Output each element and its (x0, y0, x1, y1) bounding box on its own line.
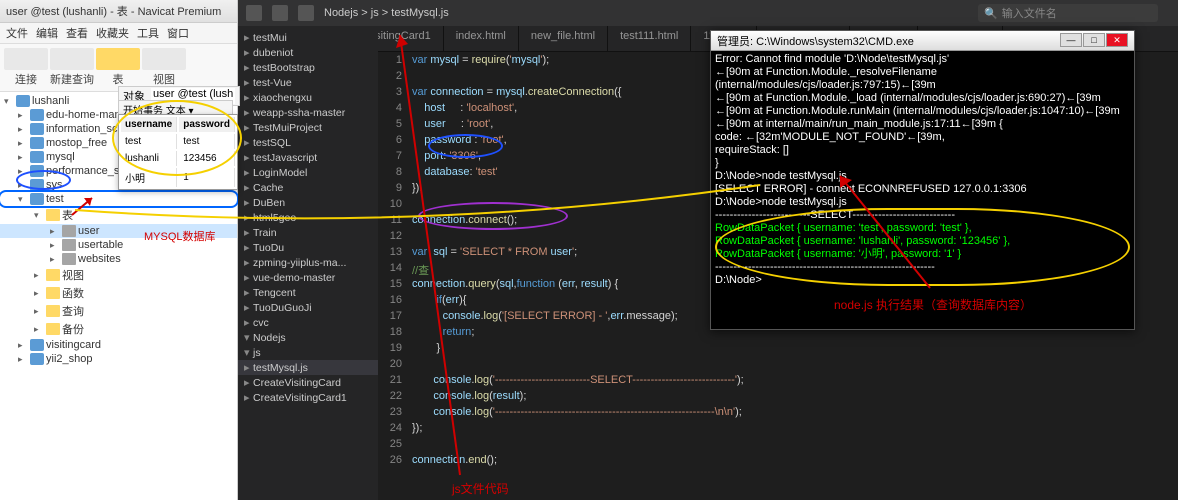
file-dubeniot[interactable]: ▸ dubeniot (238, 45, 378, 60)
file-testMysql.js[interactable]: ▸ testMysql.js (238, 360, 378, 375)
code-line-24[interactable]: 24}); (378, 422, 1178, 438)
breadcrumb[interactable]: Nodejs > js > testMysql.js (324, 7, 449, 19)
tool-table[interactable]: 表 (96, 48, 140, 87)
navicat-toolbar: 连接 新建查询 表 视图 (0, 44, 237, 92)
navicat-window: user @test (lushanli) - 表 - Navicat Prem… (0, 0, 238, 500)
file-cvc[interactable]: ▸ cvc (238, 315, 378, 330)
file-xiaochengxu[interactable]: ▸ xiaochengxu (238, 90, 378, 105)
table-row: 小明1 (121, 168, 235, 187)
search-icon: 🔍 (984, 7, 998, 20)
file-LoginModel[interactable]: ▸ LoginModel (238, 165, 378, 180)
menu-edit[interactable]: 编辑 (36, 25, 58, 41)
file-html5geo[interactable]: ▸ html5geo (238, 210, 378, 225)
file-testSQL[interactable]: ▸ testSQL (238, 135, 378, 150)
file-zpming-yiiplus-ma...[interactable]: ▸ zpming-yiiplus-ma... (238, 255, 378, 270)
menu-tools[interactable]: 工具 (137, 25, 159, 41)
file-TuoDuGuoJi[interactable]: ▸ TuoDuGuoJi (238, 300, 378, 315)
navicat-title: user @test (lushanli) - 表 - Navicat Prem… (0, 0, 237, 23)
code-line-23[interactable]: 23 console.log('------------------------… (378, 406, 1178, 422)
cmd-window[interactable]: 管理员: C:\Windows\system32\CMD.exe — □ ✕ E… (710, 30, 1135, 330)
tree-node-函数[interactable]: ▸函数 (0, 284, 237, 302)
fwd-icon[interactable] (298, 5, 314, 21)
tab-new_file.html[interactable]: new_file.html (519, 26, 608, 51)
file-testJavascript[interactable]: ▸ testJavascript (238, 150, 378, 165)
table-row: testtest (121, 134, 235, 149)
editor-topbar: Nodejs > js > testMysql.js 🔍 输入文件名 (238, 0, 1178, 26)
menu-view[interactable]: 查看 (66, 25, 88, 41)
col-password[interactable]: password (179, 117, 235, 132)
maximize-button[interactable]: □ (1083, 33, 1105, 47)
table-row: lushanli123456 (121, 151, 235, 166)
tab-index.html[interactable]: index.html (444, 26, 519, 51)
tree-node-yii2_shop[interactable]: ▸yii2_shop (0, 352, 237, 366)
file-search[interactable]: 🔍 输入文件名 (978, 4, 1158, 22)
file-CreateVisitingCard[interactable]: ▸ CreateVisitingCard (238, 375, 378, 390)
menu-file[interactable]: 文件 (6, 25, 28, 41)
anno-mysql: MYSQL数据库 (144, 228, 216, 244)
code-line-22[interactable]: 22 console.log(result); (378, 390, 1178, 406)
menu-icon[interactable] (246, 5, 262, 21)
file-TuoDu[interactable]: ▸ TuoDu (238, 240, 378, 255)
cmd-title-text: 管理员: C:\Windows\system32\CMD.exe (717, 33, 914, 48)
code-line-19[interactable]: 19 } (378, 342, 1178, 358)
cmd-output[interactable]: Error: Cannot find module 'D:\Node\testM… (711, 51, 1134, 289)
file-Tengcent[interactable]: ▸ Tengcent (238, 285, 378, 300)
tree-node-websites[interactable]: ▸websites (0, 252, 237, 266)
navicat-menubar[interactable]: 文件 编辑 查看 收藏夹 工具 窗口 (0, 23, 237, 44)
tree-node-查询[interactable]: ▸查询 (0, 302, 237, 320)
file-Train[interactable]: ▸ Train (238, 225, 378, 240)
file-Cache[interactable]: ▸ Cache (238, 180, 378, 195)
minimize-button[interactable]: — (1060, 33, 1082, 47)
search-placeholder: 输入文件名 (1002, 5, 1057, 21)
back-icon[interactable] (272, 5, 288, 21)
code-line-20[interactable]: 20 (378, 358, 1178, 374)
tree-node-视图[interactable]: ▸视图 (0, 266, 237, 284)
menu-window[interactable]: 窗口 (167, 25, 189, 41)
tree-node-表[interactable]: ▾表 (0, 206, 237, 224)
code-line-25[interactable]: 25 (378, 438, 1178, 454)
tab-test111.html[interactable]: test111.html (608, 26, 691, 51)
code-line-26[interactable]: 26connection.end(); (378, 454, 1178, 470)
code-line-21[interactable]: 21 console.log('------------------------… (378, 374, 1178, 390)
user-data-table[interactable]: usernamepassword testtest lushanli123456… (118, 114, 238, 190)
file-js[interactable]: ▾ js (238, 345, 378, 360)
tree-node-visitingcard[interactable]: ▸visitingcard (0, 338, 237, 352)
cmd-titlebar[interactable]: 管理员: C:\Windows\system32\CMD.exe — □ ✕ (711, 31, 1134, 51)
close-button[interactable]: ✕ (1106, 33, 1128, 47)
file-testMui[interactable]: ▸ testMui (238, 30, 378, 45)
tool-connect[interactable]: 连接 (4, 48, 48, 87)
file-test-Vue[interactable]: ▸ test-Vue (238, 75, 378, 90)
file-weapp-ssha-master[interactable]: ▸ weapp-ssha-master (238, 105, 378, 120)
file-testBootstrap[interactable]: ▸ testBootstrap (238, 60, 378, 75)
col-username[interactable]: username (121, 117, 177, 132)
file-CreateVisitingCard1[interactable]: ▸ CreateVisitingCard1 (238, 390, 378, 405)
tree-node-备份[interactable]: ▸备份 (0, 320, 237, 338)
file-TestMuiProject[interactable]: ▸ TestMuiProject (238, 120, 378, 135)
file-DuBen[interactable]: ▸ DuBen (238, 195, 378, 210)
file-explorer[interactable]: ▸ testMui▸ dubeniot▸ testBootstrap▸ test… (238, 26, 378, 500)
menu-fav[interactable]: 收藏夹 (96, 25, 129, 41)
tree-node-test[interactable]: ▾test (0, 192, 237, 206)
file-Nodejs[interactable]: ▾ Nodejs (238, 330, 378, 345)
file-vue-demo-master[interactable]: ▸ vue-demo-master (238, 270, 378, 285)
tool-view[interactable]: 视图 (142, 48, 186, 87)
tool-newquery[interactable]: 新建查询 (50, 48, 94, 87)
